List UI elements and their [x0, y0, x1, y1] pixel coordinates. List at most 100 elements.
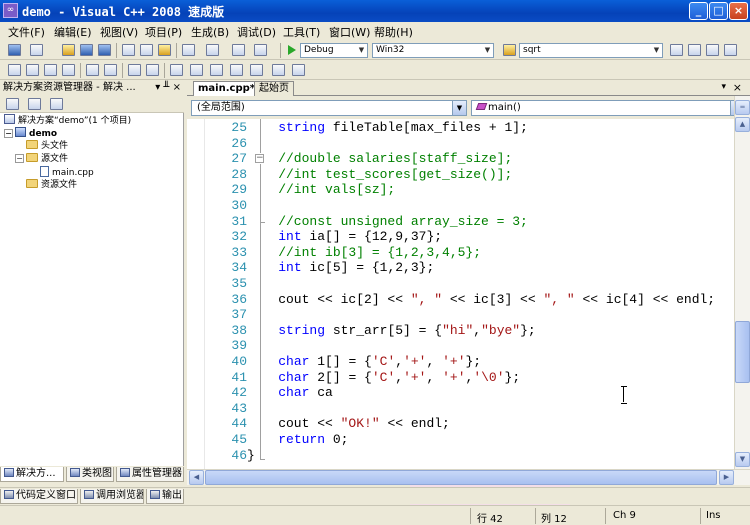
save-icon[interactable]	[80, 44, 93, 56]
vc-app-icon[interactable]: ∞	[3, 3, 18, 18]
tree-node-main-cpp[interactable]: main.cpp	[40, 166, 94, 179]
menu-help[interactable]: 帮助(H)	[374, 24, 413, 40]
code-line[interactable]: 37	[187, 307, 734, 323]
code-line[interactable]: 27 //double salaries[staff_size];	[187, 151, 734, 167]
scroll-down-button[interactable]: ▼	[735, 452, 750, 467]
chevron-down-icon[interactable]: ▼	[651, 44, 662, 57]
code-line[interactable]: 29 //int vals[sz];	[187, 182, 734, 198]
menu-file[interactable]: 文件(F)	[8, 24, 45, 40]
code-line[interactable]: 34 int ic[5] = {1,2,3};	[187, 260, 734, 276]
next-bookmark-icon[interactable]	[210, 64, 223, 76]
menu-edit[interactable]: 编辑(E)	[54, 24, 92, 40]
scroll-up-button[interactable]: ▲	[735, 117, 750, 132]
chevron-down-icon[interactable]: ▼	[356, 44, 367, 57]
comment-out-icon[interactable]	[128, 64, 141, 76]
title-bar[interactable]: ∞ demo - Visual C++ 2008 速成版 _ □ ×	[0, 0, 750, 22]
menu-debug[interactable]: 调试(D)	[237, 24, 276, 40]
chevron-down-icon[interactable]: ▼	[452, 101, 466, 115]
code-line[interactable]: 42 char ca	[187, 385, 734, 401]
tree-node-solution[interactable]: 解决方案“demo”(1 个项目)	[4, 114, 131, 127]
increase-indent-icon[interactable]	[104, 64, 117, 76]
tree-node-project[interactable]: − demo	[4, 127, 57, 140]
horizontal-scroll-thumb[interactable]	[205, 470, 717, 485]
toggle-bookmark-icon[interactable]	[170, 64, 183, 76]
start-page-icon[interactable]	[724, 44, 737, 56]
tab-call-browser[interactable]: 调用浏览器	[80, 489, 144, 504]
tree-node-resource-files[interactable]: 资源文件	[26, 179, 77, 192]
minimize-button[interactable]: _	[689, 2, 708, 20]
code-line[interactable]: 31 //const unsigned array_size = 3;	[187, 214, 734, 230]
navigate-back-icon[interactable]	[232, 44, 245, 56]
tab-solution-explorer[interactable]: 解决方...	[0, 467, 64, 482]
panel-pin-close-buttons[interactable]: ▾ ╨ ×	[155, 80, 181, 95]
code-line[interactable]: 38 string str_arr[5] = {"hi","bye"};	[187, 323, 734, 339]
vertical-scroll-thumb[interactable]	[735, 321, 750, 383]
tab-start-page[interactable]: 起始页	[254, 81, 294, 96]
tab-output[interactable]: 输出	[146, 489, 184, 504]
find-combo[interactable]: sqrt ▼	[519, 43, 663, 58]
properties-icon[interactable]	[6, 98, 19, 110]
code-line[interactable]: 35	[187, 276, 734, 292]
code-line[interactable]: 30	[187, 198, 734, 214]
configuration-combo[interactable]: Debug ▼	[300, 43, 368, 58]
code-line[interactable]: 44 cout << "OK!" << endl;	[187, 416, 734, 432]
code-line[interactable]: 28 //int test_scores[get_size()];	[187, 167, 734, 183]
close-button[interactable]: ×	[729, 2, 748, 20]
new-project-icon[interactable]	[8, 44, 21, 56]
code-line[interactable]: 45 return 0;	[187, 432, 734, 448]
complete-word-icon[interactable]	[62, 64, 75, 76]
paste-icon[interactable]	[158, 44, 171, 56]
horizontal-scrollbar[interactable]: ◀ ▶	[187, 469, 750, 485]
tab-code-definition[interactable]: 代码定义窗口	[0, 489, 78, 504]
clear-bookmarks-icon[interactable]	[272, 64, 285, 76]
collapse-icon[interactable]: −	[4, 129, 13, 138]
platform-combo[interactable]: Win32 ▼	[372, 43, 494, 58]
quick-info-icon[interactable]	[44, 64, 57, 76]
code-line[interactable]: 36 cout << ic[2] << ", " << ic[3] << ", …	[187, 292, 734, 308]
tree-node-source-files[interactable]: − 源文件	[15, 153, 68, 166]
copy-icon[interactable]	[140, 44, 153, 56]
refresh-icon[interactable]	[50, 98, 63, 110]
code-line[interactable]: 32 int ia[] = {12,9,37};	[187, 229, 734, 245]
code-line[interactable]: 25 string fileTable[max_files + 1];	[187, 120, 734, 136]
uncomment-icon[interactable]	[146, 64, 159, 76]
scope-combo[interactable]: (全局范围) ▼	[191, 100, 467, 116]
collapse-icon[interactable]: −	[15, 154, 24, 163]
decrease-indent-icon[interactable]	[86, 64, 99, 76]
close-document-icon[interactable]: ×	[733, 80, 742, 95]
save-all-icon[interactable]	[98, 44, 111, 56]
cut-icon[interactable]	[122, 44, 135, 56]
menu-tools[interactable]: 工具(T)	[283, 24, 320, 40]
previous-bookmark-icon[interactable]	[190, 64, 203, 76]
member-list-icon[interactable]	[8, 64, 21, 76]
scroll-right-button[interactable]: ▶	[719, 470, 734, 485]
member-combo[interactable]: main() ▼	[471, 100, 745, 116]
add-item-icon[interactable]	[30, 44, 43, 56]
tree-node-header-files[interactable]: 头文件	[26, 140, 68, 153]
menu-window[interactable]: 窗口(W)	[329, 24, 370, 40]
menu-project[interactable]: 项目(P)	[145, 24, 182, 40]
maximize-button[interactable]: □	[709, 2, 728, 20]
menu-build[interactable]: 生成(B)	[191, 24, 229, 40]
code-line[interactable]: 41 char 2[] = {'C','+', '+','\0'};	[187, 370, 734, 386]
tab-property-manager[interactable]: 属性管理器	[116, 467, 184, 482]
next-bookmark-in-folder-icon[interactable]	[250, 64, 263, 76]
redo-icon[interactable]	[206, 44, 219, 56]
show-all-files-icon[interactable]	[28, 98, 41, 110]
toolbox-icon[interactable]	[706, 44, 719, 56]
previous-bookmark-in-folder-icon[interactable]	[230, 64, 243, 76]
properties-icon[interactable]	[688, 44, 701, 56]
tab-main-cpp[interactable]: main.cpp*	[193, 81, 260, 96]
code-line[interactable]: 39	[187, 338, 734, 354]
undo-icon[interactable]	[182, 44, 195, 56]
code-line[interactable]: 26	[187, 136, 734, 152]
toolbar-options-icon[interactable]	[292, 64, 305, 76]
vertical-scrollbar[interactable]: ═ ▲ ▼	[734, 96, 750, 469]
navigate-forward-icon[interactable]	[254, 44, 267, 56]
open-file-icon[interactable]	[62, 44, 75, 56]
chevron-down-icon[interactable]: ▼	[482, 44, 493, 57]
split-handle-icon[interactable]: ═	[735, 100, 750, 115]
code-line[interactable]: 46}	[187, 448, 734, 464]
code-editor[interactable]: − 25 string fileTable[max_files + 1]; 26 2…	[187, 119, 734, 469]
find-in-files-icon[interactable]	[503, 44, 516, 56]
